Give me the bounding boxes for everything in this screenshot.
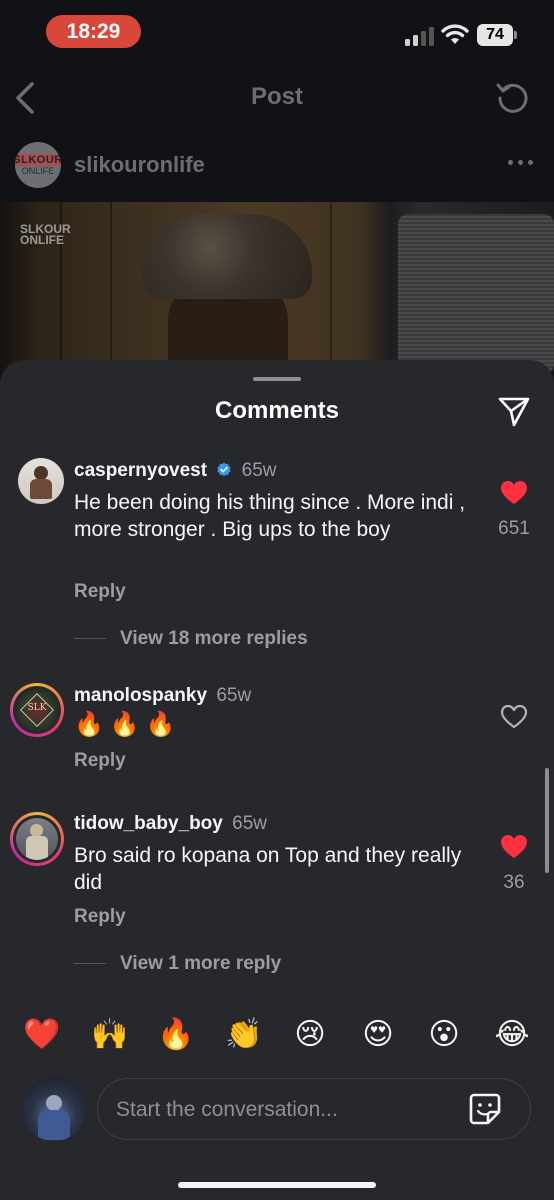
view-more-divider bbox=[74, 638, 106, 640]
sheet-drag-handle[interactable] bbox=[253, 377, 301, 381]
watermark-line2: ONLIFE bbox=[20, 233, 64, 247]
story-ring[interactable]: SLK bbox=[10, 683, 64, 737]
comment-header: caspernyovest 65w bbox=[74, 460, 277, 482]
comments-sheet: Comments caspernyovest 65w He been doing… bbox=[0, 360, 554, 1200]
reaction-fire[interactable]: 🔥 bbox=[156, 1015, 196, 1055]
status-bar: 18:29 74 bbox=[0, 0, 554, 60]
more-options-icon[interactable] bbox=[508, 160, 536, 168]
comment-text: He been doing his thing since . More ind… bbox=[74, 491, 466, 541]
comment-header: tidow_baby_boy 65w bbox=[74, 813, 267, 835]
battery-level: 74 bbox=[477, 24, 513, 46]
reply-button[interactable]: Reply bbox=[74, 906, 126, 928]
comment-input[interactable]: Start the conversation... bbox=[116, 1098, 338, 1122]
like-count: 36 bbox=[503, 872, 525, 893]
reaction-heart[interactable]: ❤️ bbox=[22, 1015, 62, 1055]
image-watermark: SLKOUR ONLIFE bbox=[20, 223, 71, 247]
cellular-signal-icon bbox=[405, 26, 435, 46]
home-indicator[interactable] bbox=[178, 1182, 376, 1188]
reaction-heart-eyes[interactable]: 😍 bbox=[358, 1015, 398, 1055]
reaction-clapping[interactable]: 👏 bbox=[224, 1015, 264, 1055]
battery-icon: 74 bbox=[477, 24, 517, 46]
comment-timestamp: 65w bbox=[241, 460, 277, 481]
comment-username[interactable]: manolospanky bbox=[74, 685, 207, 706]
view-more-replies[interactable]: View 1 more reply bbox=[74, 953, 281, 975]
avatar-logo-line2: ONLIFE bbox=[21, 166, 55, 176]
sticker-icon[interactable] bbox=[468, 1092, 502, 1126]
comments-title: Comments bbox=[214, 397, 340, 424]
post-author-username[interactable]: slikouronlife bbox=[74, 152, 205, 178]
story-ring[interactable] bbox=[10, 812, 64, 866]
post-author-avatar[interactable]: SLKOUR ONLIFE bbox=[15, 142, 61, 188]
heart-outline-icon[interactable] bbox=[500, 704, 528, 730]
view-more-replies[interactable]: View 18 more replies bbox=[74, 628, 308, 650]
refresh-icon[interactable] bbox=[495, 80, 531, 116]
commenter-avatar[interactable] bbox=[18, 458, 64, 504]
reply-button[interactable]: Reply bbox=[74, 750, 126, 772]
page-title: Post bbox=[250, 83, 303, 110]
reaction-surprised[interactable]: 😮 bbox=[424, 1015, 464, 1055]
comment-composer[interactable]: Start the conversation... bbox=[97, 1078, 531, 1140]
current-user-avatar bbox=[22, 1077, 86, 1141]
scrollbar[interactable] bbox=[545, 768, 549, 873]
commenter-avatar: SLK bbox=[16, 689, 58, 731]
post-image: SLKOUR ONLIFE bbox=[0, 202, 554, 372]
reaction-crying[interactable]: 😢 bbox=[290, 1015, 330, 1055]
heart-filled-icon[interactable] bbox=[500, 480, 528, 506]
comment-timestamp: 65w bbox=[232, 813, 267, 834]
reaction-laughing[interactable]: 😂 bbox=[492, 1015, 532, 1055]
heart-filled-icon[interactable] bbox=[500, 834, 528, 860]
comment-username[interactable]: tidow_baby_boy bbox=[74, 813, 223, 834]
view-more-divider bbox=[74, 963, 106, 965]
verified-badge-icon bbox=[217, 462, 231, 477]
reply-button[interactable]: Reply bbox=[74, 581, 126, 603]
person-cap bbox=[142, 214, 312, 299]
comment-text: Bro said ro kopana on Top and they reall… bbox=[74, 844, 462, 894]
avatar-logo-line1: SLKOUR bbox=[15, 154, 61, 166]
quick-reactions-bar: ❤️ 🙌 🔥 👏 😢 😍 😮 😂 bbox=[0, 1015, 554, 1055]
reaction-raising-hands[interactable]: 🙌 bbox=[90, 1015, 130, 1055]
avatar-monogram: SLK bbox=[27, 703, 47, 713]
top-navigation: Post bbox=[0, 70, 554, 126]
view-more-label: View 18 more replies bbox=[120, 628, 308, 649]
speaker-grille bbox=[398, 214, 554, 372]
view-more-label: View 1 more reply bbox=[120, 953, 282, 974]
comment-header: manolospanky 65w bbox=[74, 685, 251, 707]
comment-text: 🔥🔥🔥 bbox=[74, 711, 182, 738]
wifi-icon bbox=[441, 24, 469, 44]
commenter-avatar bbox=[16, 818, 58, 860]
like-count: 651 bbox=[498, 518, 530, 539]
status-time: 18:29 bbox=[46, 15, 141, 48]
share-send-icon[interactable] bbox=[497, 394, 531, 428]
post-header: SLKOUR ONLIFE slikouronlife bbox=[0, 138, 554, 194]
comment-username[interactable]: caspernyovest bbox=[74, 460, 207, 481]
comment-timestamp: 65w bbox=[216, 685, 252, 706]
